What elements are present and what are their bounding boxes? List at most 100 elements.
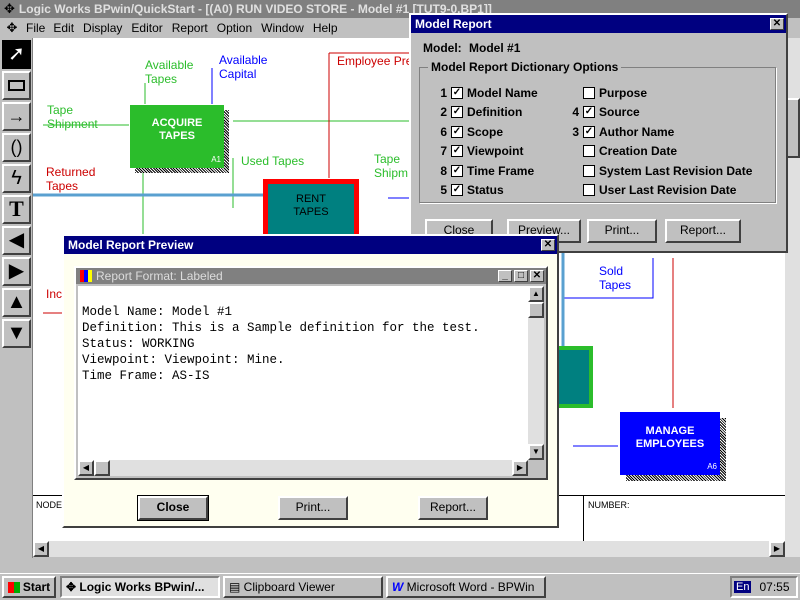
option-row[interactable]: User Last Revision Date [569, 181, 752, 201]
word-icon: W [392, 580, 407, 594]
taskbar-item-word[interactable]: W Microsoft Word - BPWin [386, 576, 546, 598]
taskbar-item-label: Microsoft Word - BPWin [406, 580, 535, 594]
pointer-tool-icon[interactable]: ➚ [2, 40, 31, 69]
preview-print-button[interactable]: Print... [278, 496, 348, 520]
option-row[interactable]: Purpose [569, 83, 752, 103]
text-tool-icon[interactable]: T [2, 195, 31, 224]
label-employee-pre: Employee Pre [337, 54, 413, 68]
option-checkbox[interactable]: ✓ [451, 164, 463, 177]
app-icon: ✥ [4, 1, 15, 16]
start-button[interactable]: Start [2, 576, 56, 598]
option-checkbox[interactable] [583, 145, 595, 158]
taskbar-item-bpwin[interactable]: ✥ Logic Works BPwin/... [60, 576, 220, 598]
vscroll-thumb[interactable] [528, 302, 544, 318]
language-indicator[interactable]: En [734, 581, 752, 593]
menu-help[interactable]: Help [313, 21, 338, 35]
option-row[interactable]: 1 ✓ Model Name [437, 83, 537, 103]
option-order: 5 [440, 183, 447, 198]
menu-editor[interactable]: Editor [131, 21, 162, 35]
menu-report[interactable]: Report [172, 21, 208, 35]
maximize-icon[interactable]: □ [514, 270, 528, 282]
box-tool-icon[interactable] [2, 71, 31, 100]
model-report-report-button[interactable]: Report... [665, 219, 741, 243]
label-tape-shipment: Tape Shipment [47, 103, 98, 131]
report-vscrollbar[interactable]: ▲ ▼ [528, 286, 544, 460]
option-row[interactable]: 7 ✓ Viewpoint [437, 142, 538, 162]
option-row[interactable]: System Last Revision Date [569, 161, 752, 181]
down-triangle-icon[interactable]: ▼ [2, 319, 31, 348]
parens-tool-icon[interactable]: () [2, 133, 31, 162]
model-report-dialog: Model Report ✕ Model: Model #1 Model Rep… [409, 13, 788, 253]
scroll-left-icon[interactable]: ◀ [78, 460, 94, 476]
canvas-hscrollbar[interactable]: ◀ ▶ [33, 541, 800, 557]
option-order: 2 [440, 105, 447, 120]
close-icon[interactable]: ✕ [541, 239, 555, 251]
label-tape-shipm: Tape Shipm [374, 152, 409, 180]
close-icon[interactable]: ✕ [770, 18, 784, 30]
acquire-tapes-box[interactable]: ACQUIRE TAPES A1 [130, 105, 224, 168]
option-order: 6 [440, 124, 447, 139]
close-icon[interactable]: ✕ [530, 270, 544, 282]
option-checkbox[interactable]: ✓ [583, 125, 595, 138]
hscroll-thumb[interactable] [94, 460, 110, 476]
option-row[interactable]: 6 ✓ Scope [437, 122, 538, 142]
minimize-icon[interactable]: _ [498, 270, 512, 282]
scroll-up-icon[interactable]: ▲ [528, 286, 544, 302]
scroll-right-icon[interactable]: ▶ [512, 460, 528, 476]
taskbar-item-clipboard[interactable]: ▤ Clipboard Viewer [223, 576, 383, 598]
option-order: 8 [440, 163, 447, 178]
menu-option[interactable]: Option [217, 21, 252, 35]
inner-titlebar: Report Format: Labeled _ □ ✕ [76, 268, 546, 284]
option-label: Scope [467, 124, 504, 139]
left-triangle-icon[interactable]: ◀ [2, 226, 31, 255]
label-returned-tapes: Returned Tapes [46, 165, 96, 193]
taskbar: Start ✥ Logic Works BPwin/... ▤ Clipboar… [0, 573, 800, 600]
option-checkbox[interactable]: ✓ [451, 145, 463, 158]
scroll-left-icon[interactable]: ◀ [33, 541, 49, 557]
option-checkbox[interactable]: ✓ [451, 106, 463, 119]
acquire-tapes-num: A1 [211, 155, 221, 164]
right-options: Purpose 4 ✓ Source 3 ✓ Author Name Creation Dat… [569, 83, 752, 200]
option-checkbox[interactable]: ✓ [451, 125, 463, 138]
option-checkbox[interactable] [583, 184, 595, 197]
squiggle-tool-icon[interactable]: ϟ [2, 164, 31, 193]
right-triangle-icon[interactable]: ▶ [2, 257, 31, 286]
report-text-area[interactable]: Model Name: Model #1 Definition: This is … [78, 286, 528, 460]
report-line: Viewpoint: Viewpoint: Mine. [82, 353, 285, 367]
option-checkbox[interactable]: ✓ [451, 86, 463, 99]
scroll-down-icon[interactable]: ▼ [528, 444, 544, 460]
preview-report-button[interactable]: Report... [418, 496, 488, 520]
option-row[interactable]: 2 ✓ Definition [437, 103, 538, 123]
arrow-tool-icon[interactable]: → [2, 102, 31, 131]
menu-file[interactable]: File [26, 21, 45, 35]
label-available-tapes: Available Tapes [145, 58, 194, 86]
option-row[interactable]: 3 ✓ Author Name [569, 122, 752, 142]
rent-tapes-box[interactable]: RENT TAPES [263, 179, 359, 239]
option-checkbox[interactable] [583, 86, 595, 99]
doc-icon[interactable]: ✥ [0, 20, 24, 36]
model-label: Model: [423, 41, 462, 55]
menu-edit[interactable]: Edit [53, 21, 74, 35]
option-row[interactable]: 8 ✓ Time Frame [437, 161, 538, 181]
menu-window[interactable]: Window [261, 21, 304, 35]
scroll-right-icon[interactable]: ▶ [769, 541, 785, 557]
option-row[interactable]: 5 ✓ Status [437, 181, 538, 201]
report-hscrollbar[interactable]: ◀ ▶ [78, 460, 528, 476]
option-checkbox[interactable]: ✓ [583, 106, 595, 119]
option-row[interactable]: 4 ✓ Source [569, 103, 752, 123]
option-row[interactable]: Creation Date [569, 142, 752, 162]
manage-employees-box[interactable]: MANAGE EMPLOYEES A6 [620, 412, 720, 475]
taskbar-item-label: Clipboard Viewer [243, 580, 335, 594]
option-checkbox[interactable] [583, 164, 595, 177]
model-report-print-button[interactable]: Print... [587, 219, 657, 243]
windows-logo-icon [7, 581, 20, 593]
up-triangle-icon[interactable]: ▲ [2, 288, 31, 317]
option-label: Definition [467, 105, 523, 120]
footer-divider [583, 496, 584, 541]
start-label: Start [22, 580, 51, 594]
preview-close-button[interactable]: Close [137, 495, 209, 521]
footer-number-label: NUMBER: [588, 500, 630, 510]
option-label: Time Frame [467, 163, 535, 178]
menu-display[interactable]: Display [83, 21, 122, 35]
option-checkbox[interactable]: ✓ [451, 184, 463, 197]
